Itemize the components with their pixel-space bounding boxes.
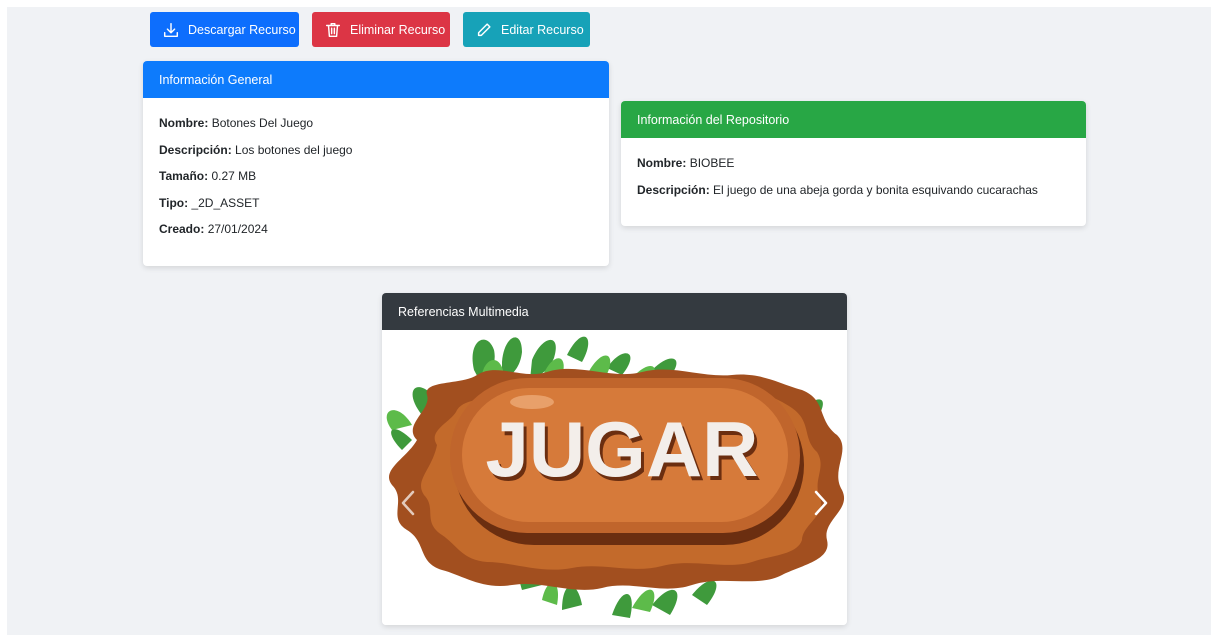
jugar-text: JUGAR	[485, 405, 758, 493]
field-size: Tamaño: 0.27 MB	[159, 163, 593, 190]
trash-icon	[325, 22, 341, 37]
chevron-left-icon	[401, 490, 415, 516]
field-value: Botones Del Juego	[211, 116, 314, 130]
field-value: Los botones del juego	[235, 142, 353, 157]
field-value: BIOBEE	[689, 156, 735, 170]
download-button-label: Descargar Recurso	[188, 22, 296, 37]
repo-field-description: Descripción: El juego de una abeja gorda…	[637, 177, 1070, 204]
multimedia-header: Referencias Multimedia	[382, 293, 847, 330]
carousel-next-button[interactable]	[809, 485, 833, 521]
page-background: Descargar Recurso Eliminar Recurso Edita…	[7, 7, 1211, 635]
field-label: Creado:	[159, 222, 205, 236]
field-label: Tamaño:	[159, 169, 209, 183]
carousel-prev-button[interactable]	[396, 485, 420, 521]
general-info-card: Información General Nombre: Botones Del …	[143, 61, 609, 266]
field-value: El juego de una abeja gorda y bonita esq…	[713, 182, 1038, 197]
field-label: Descripción:	[637, 182, 710, 197]
field-value: 0.27 MB	[211, 169, 257, 183]
repository-info-card: Información del Repositorio Nombre: BIOB…	[621, 101, 1086, 226]
jugar-button-image: JUGAR JUGAR	[386, 336, 845, 618]
repo-field-name: Nombre: BIOBEE	[637, 150, 1070, 177]
download-resource-button[interactable]: Descargar Recurso	[150, 12, 299, 47]
delete-button-label: Eliminar Recurso	[350, 22, 446, 37]
pencil-icon	[477, 22, 491, 36]
field-label: Nombre:	[637, 156, 687, 170]
field-description: Descripción: Los botones del juego	[159, 137, 593, 164]
field-value: 27/01/2024	[207, 222, 268, 236]
general-info-header: Información General	[143, 61, 609, 98]
field-name: Nombre: Botones Del Juego	[159, 110, 593, 137]
general-info-body: Nombre: Botones Del Juego Descripción: L…	[143, 98, 609, 255]
field-type: Tipo: _2D_ASSET	[159, 190, 593, 217]
field-label: Tipo:	[159, 195, 189, 210]
field-label: Nombre:	[159, 116, 209, 130]
multimedia-card: Referencias Multimedia JUGAR JUGAR	[382, 293, 847, 625]
edit-resource-button[interactable]: Editar Recurso	[463, 12, 590, 47]
field-label: Descripción:	[159, 142, 232, 157]
field-created: Creado: 27/01/2024	[159, 216, 593, 243]
media-carousel[interactable]: JUGAR JUGAR	[382, 330, 847, 625]
edit-button-label: Editar Recurso	[501, 22, 584, 37]
download-icon	[163, 22, 179, 37]
repository-info-body: Nombre: BIOBEE Descripción: El juego de …	[621, 138, 1086, 215]
field-value: _2D_ASSET	[191, 195, 260, 210]
repository-info-header: Información del Repositorio	[621, 101, 1086, 138]
delete-resource-button[interactable]: Eliminar Recurso	[312, 12, 450, 47]
chevron-right-icon	[814, 490, 828, 516]
